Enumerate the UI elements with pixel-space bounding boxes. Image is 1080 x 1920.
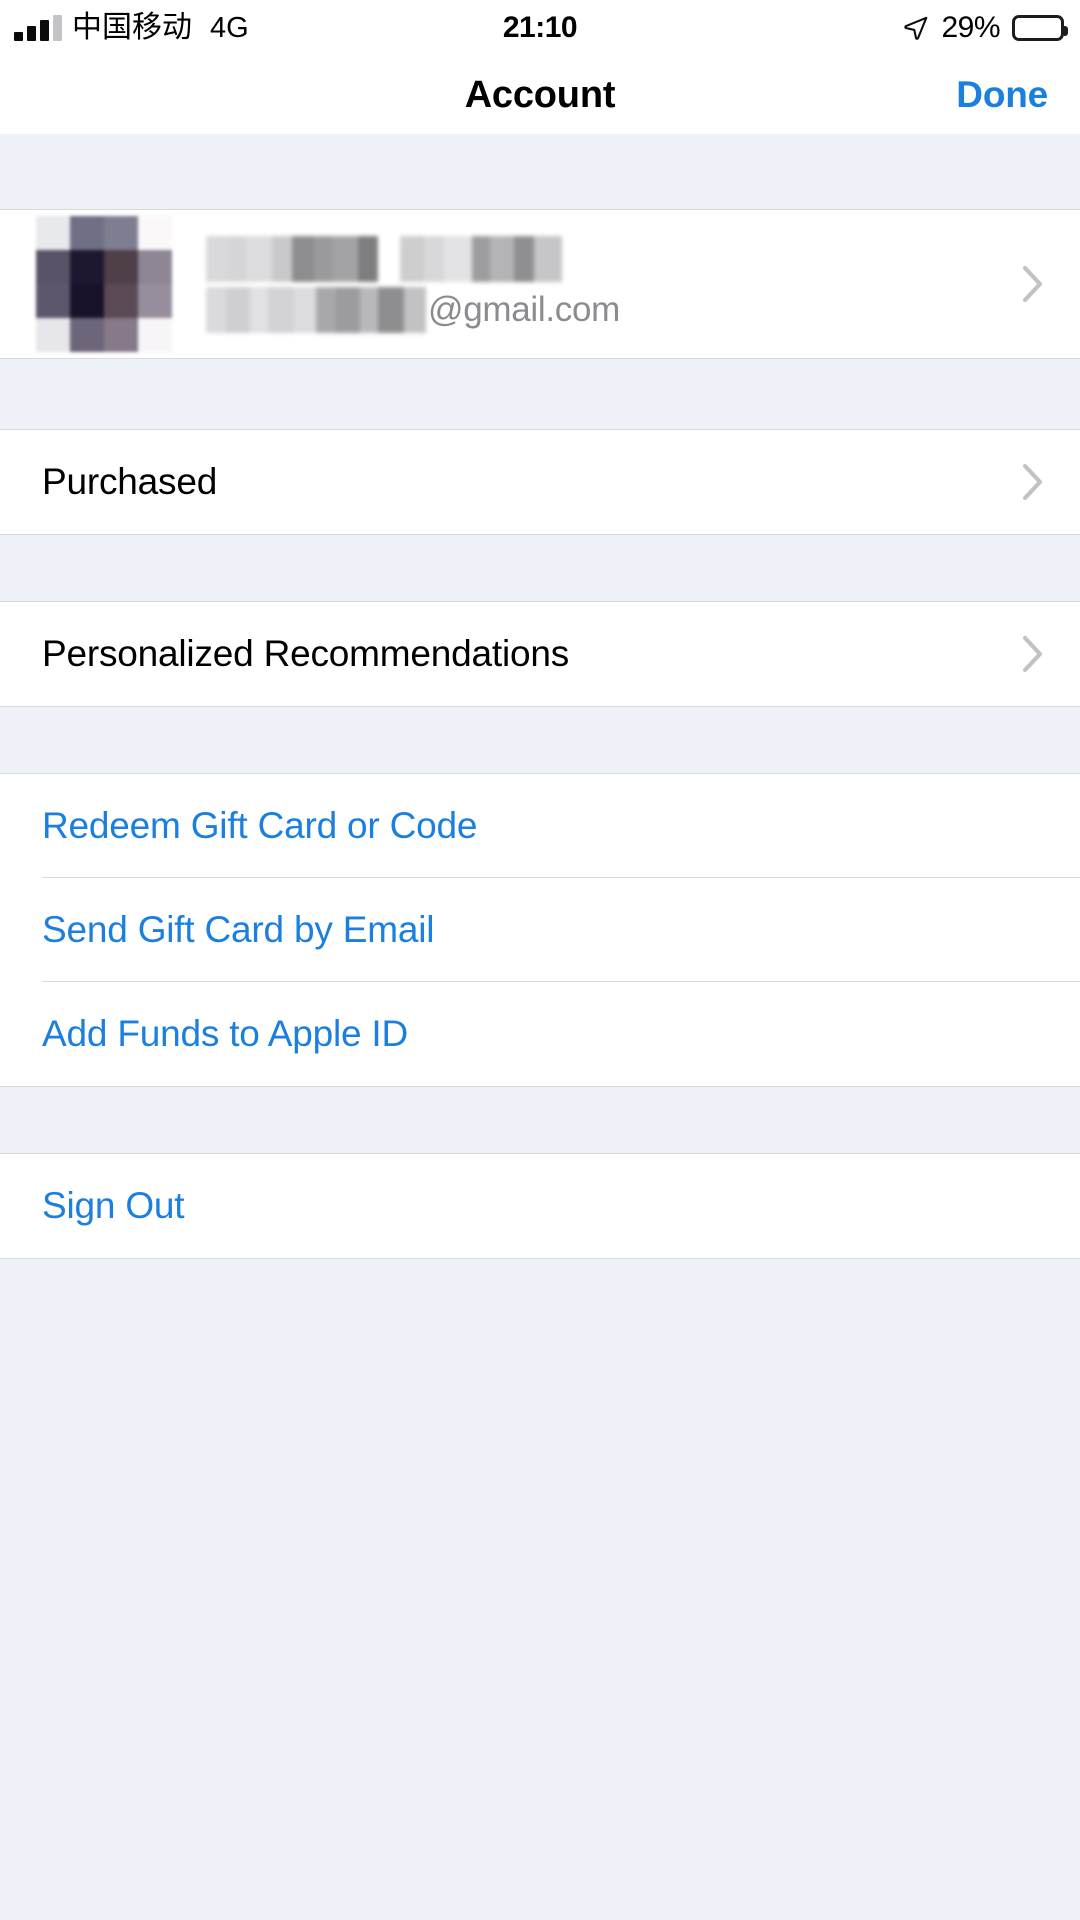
row-purchased[interactable]: Purchased	[0, 430, 1080, 534]
row-purchased-label: Purchased	[42, 461, 218, 502]
account-name-redacted	[206, 236, 620, 282]
row-redeem-gift-card[interactable]: Redeem Gift Card or Code	[0, 774, 1080, 878]
clock-label: 21:10	[502, 11, 578, 44]
email-domain-label: @gmail.com	[428, 290, 621, 329]
row-send-gift-card[interactable]: Send Gift Card by Email	[0, 878, 1080, 982]
section-gap-sign-out	[0, 1086, 1080, 1154]
section-gap-purchased	[0, 358, 1080, 430]
avatar	[36, 216, 172, 352]
section-gap-recommendations	[0, 534, 1080, 602]
row-add-funds[interactable]: Add Funds to Apple ID	[0, 982, 1080, 1086]
navigation-bar: Account Done	[0, 56, 1080, 134]
name-part-1-redacted	[206, 236, 378, 282]
account-identity: @gmail.com	[206, 236, 621, 333]
row-sign-out[interactable]: Sign Out	[0, 1154, 1080, 1258]
name-part-2-redacted	[400, 236, 562, 282]
location-arrow-icon	[903, 15, 929, 41]
battery-percent-label: 29%	[941, 11, 1000, 44]
row-add-funds-label: Add Funds to Apple ID	[42, 1013, 409, 1054]
chevron-right-icon	[1022, 463, 1044, 501]
done-button[interactable]: Done	[956, 74, 1048, 116]
phone-screen: 中国移动 4G 21:10 29% Account Done @gmail.co…	[0, 0, 1080, 1920]
row-personalized-recommendations[interactable]: Personalized Recommendations	[0, 602, 1080, 706]
section-gap-gift-cards	[0, 706, 1080, 774]
row-sign-out-label: Sign Out	[42, 1185, 185, 1226]
row-send-gift-card-label: Send Gift Card by Email	[42, 909, 435, 950]
status-bar-right: 29%	[903, 0, 1068, 56]
email-local-redacted	[206, 287, 426, 333]
page-title: Account	[464, 73, 616, 116]
account-row[interactable]: @gmail.com	[0, 210, 1080, 358]
row-personalized-recommendations-label: Personalized Recommendations	[42, 633, 570, 674]
row-redeem-gift-card-label: Redeem Gift Card or Code	[42, 805, 478, 846]
chevron-right-icon	[1022, 635, 1044, 673]
account-email: @gmail.com	[206, 287, 621, 333]
chevron-right-icon	[1022, 265, 1044, 303]
status-bar: 中国移动 4G 21:10 29%	[0, 0, 1080, 56]
list-bottom-filler	[0, 1258, 1080, 1920]
section-gap-top	[0, 134, 1080, 210]
battery-icon	[1012, 15, 1068, 41]
